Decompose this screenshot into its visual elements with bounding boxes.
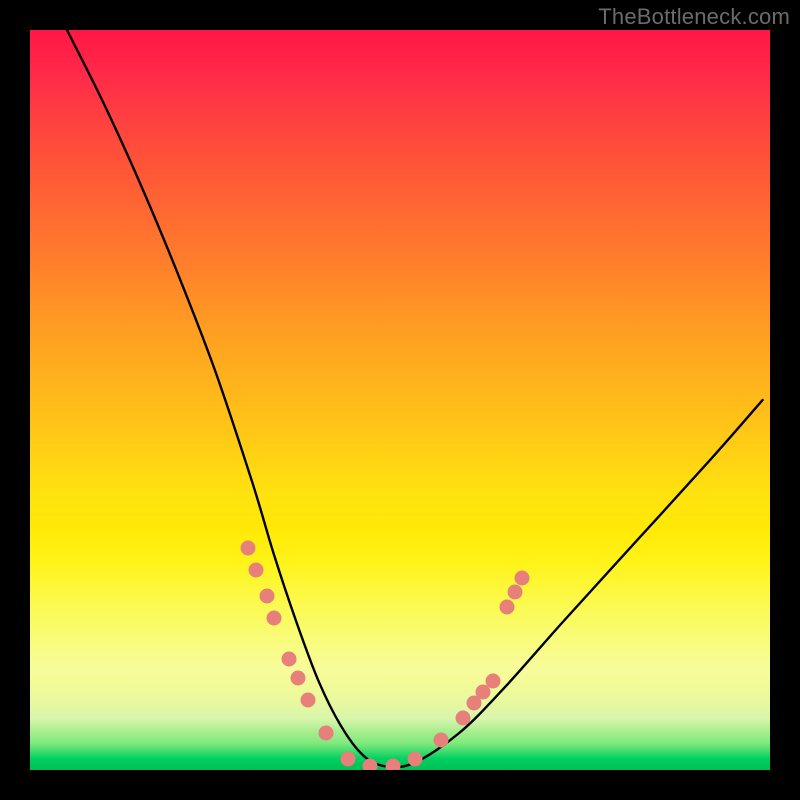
watermark-text: TheBottleneck.com [598, 4, 790, 30]
curve-svg [30, 30, 770, 770]
bottleneck-curve [67, 30, 763, 767]
chart-stage: TheBottleneck.com [0, 0, 800, 800]
plot-area [30, 30, 770, 770]
